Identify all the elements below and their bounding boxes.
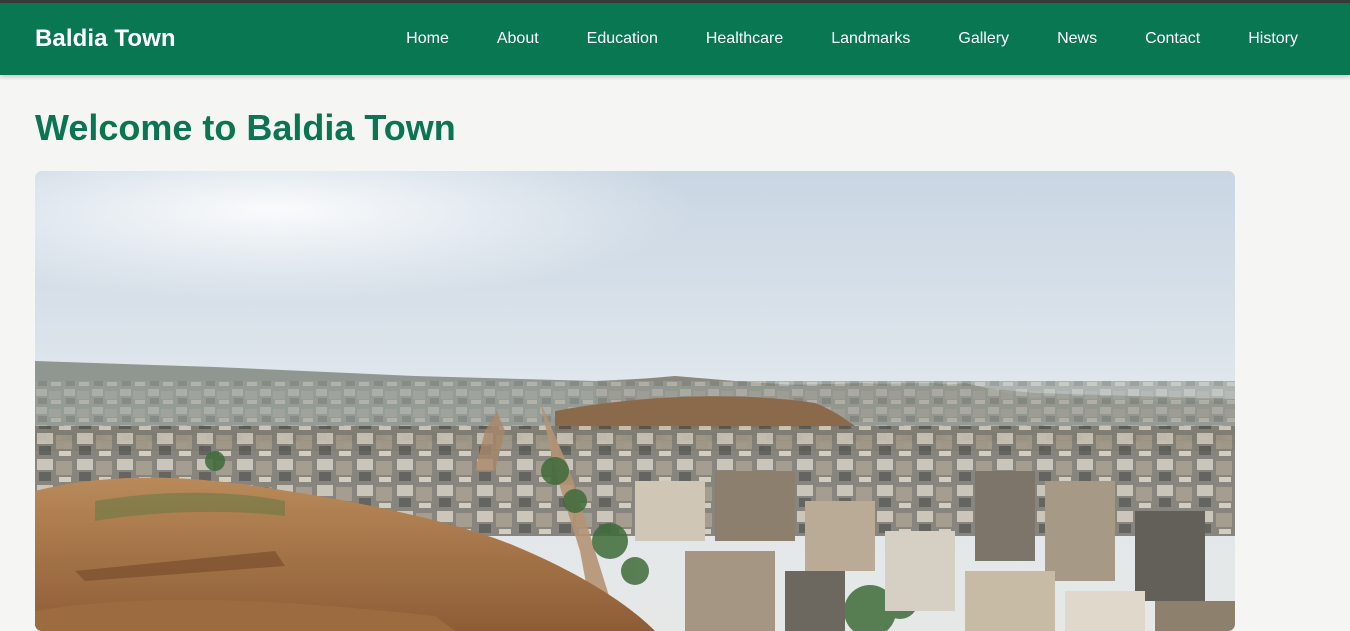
nav-link-history[interactable]: History <box>1248 30 1298 48</box>
page-title: Welcome to Baldia Town <box>35 107 456 148</box>
town-panorama-image <box>35 171 1235 631</box>
nav-link-healthcare[interactable]: Healthcare <box>706 30 783 48</box>
site-header: Baldia Town Home About Education Healthc… <box>0 3 1350 75</box>
hero-image <box>35 171 1235 631</box>
nav-link-landmarks[interactable]: Landmarks <box>831 30 910 48</box>
nav-link-news[interactable]: News <box>1057 30 1097 48</box>
nav-link-gallery[interactable]: Gallery <box>958 30 1009 48</box>
nav-link-education[interactable]: Education <box>587 30 658 48</box>
nav-link-home[interactable]: Home <box>406 30 449 48</box>
nav-link-about[interactable]: About <box>497 30 539 48</box>
nav-link-contact[interactable]: Contact <box>1145 30 1200 48</box>
site-brand-link[interactable]: Baldia Town <box>35 25 176 53</box>
main-nav: Home About Education Healthcare Landmark… <box>406 3 1298 75</box>
